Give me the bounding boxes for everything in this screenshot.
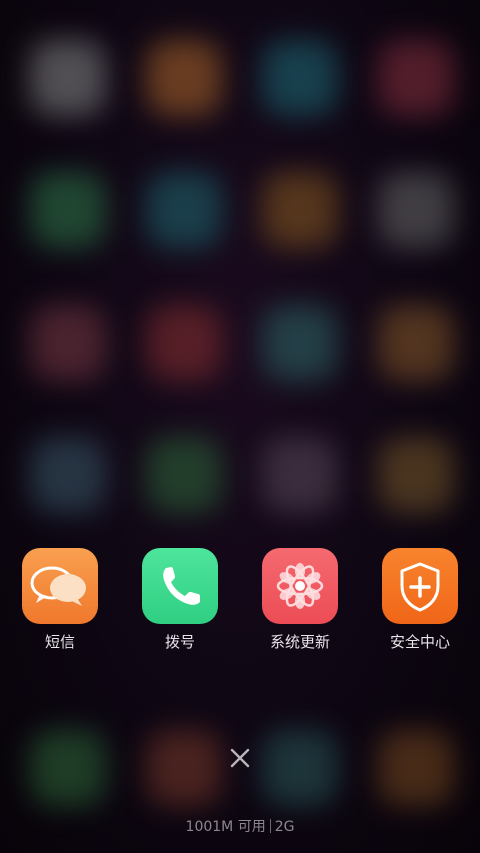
recent-app-messages[interactable]: 短信	[10, 548, 110, 651]
close-x-icon	[230, 748, 250, 768]
recent-app-label: 系统更新	[269, 633, 330, 651]
atom-flower-icon	[262, 548, 338, 624]
memory-total: 2G	[274, 819, 295, 835]
recent-apps-screen: 短信 拨号 系统更新 安全中心 1001M 可用 2G	[0, 0, 480, 853]
phone-handset-icon	[142, 548, 218, 624]
recent-app-label: 安全中心	[389, 633, 450, 651]
recent-app-system-update[interactable]: 系统更新	[250, 548, 350, 651]
shield-plus-icon	[382, 548, 458, 624]
message-bubbles-icon	[22, 548, 98, 624]
memory-available: 1001M 可用	[185, 819, 266, 835]
memory-divider	[269, 819, 271, 833]
recent-app-dialer[interactable]: 拨号	[130, 548, 230, 651]
memory-status: 1001M 可用 2G	[0, 816, 480, 836]
recent-app-security-center[interactable]: 安全中心	[370, 548, 470, 651]
close-button[interactable]	[222, 740, 258, 776]
recent-app-label: 拨号	[164, 633, 195, 651]
recent-app-label: 短信	[44, 633, 75, 651]
